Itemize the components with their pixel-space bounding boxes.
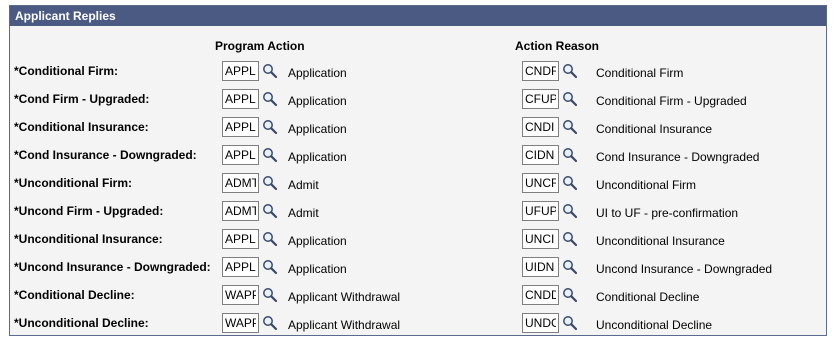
action-reason-header: Action Reason	[515, 39, 600, 53]
program-action-input[interactable]	[222, 257, 259, 277]
action-reason-input[interactable]	[522, 117, 559, 137]
reply-row: *Conditional Insurance: Application Cond…	[10, 114, 826, 140]
magnifier-icon[interactable]	[562, 287, 578, 303]
magnifier-icon[interactable]	[262, 203, 278, 219]
magnifier-icon[interactable]	[562, 119, 578, 135]
program-action-desc: Application	[288, 150, 347, 164]
reply-row: *Uncond Insurance - Downgraded: Applicat…	[10, 254, 826, 280]
action-reason-desc: Conditional Decline	[596, 290, 700, 304]
magnifier-icon[interactable]	[262, 91, 278, 107]
program-action-input[interactable]	[222, 89, 259, 109]
reply-row: *Unconditional Firm: Admit Unconditional…	[10, 170, 826, 196]
row-label: *Conditional Decline:	[14, 288, 135, 302]
magnifier-icon[interactable]	[562, 91, 578, 107]
action-reason-desc: Conditional Firm	[596, 66, 684, 80]
program-action-desc: Application	[288, 122, 347, 136]
program-action-input[interactable]	[222, 117, 259, 137]
program-action-desc: Admit	[288, 178, 319, 192]
reply-row: *Uncond Firm - Upgraded: Admit UI to UF …	[10, 198, 826, 224]
magnifier-icon[interactable]	[562, 231, 578, 247]
action-reason-desc: Conditional Firm - Upgraded	[596, 94, 747, 108]
program-action-desc: Application	[288, 66, 347, 80]
program-action-input[interactable]	[222, 285, 259, 305]
magnifier-icon[interactable]	[262, 119, 278, 135]
magnifier-icon[interactable]	[262, 63, 278, 79]
row-label: *Unconditional Firm:	[14, 176, 132, 190]
program-action-input[interactable]	[222, 201, 259, 221]
action-reason-desc: Unconditional Decline	[596, 318, 713, 332]
action-reason-desc: Unconditional Firm	[596, 178, 697, 192]
action-reason-desc: Cond Insurance - Downgraded	[596, 150, 760, 164]
program-action-input[interactable]	[222, 61, 259, 81]
magnifier-icon[interactable]	[262, 175, 278, 191]
program-action-desc: Application	[288, 234, 347, 248]
row-label: *Uncond Insurance - Downgraded:	[14, 260, 211, 274]
action-reason-input[interactable]	[522, 145, 559, 165]
program-action-header: Program Action	[215, 39, 305, 53]
reply-row: *Unconditional Decline: Applicant Withdr…	[10, 310, 826, 336]
program-action-desc: Applicant Withdrawal	[288, 290, 401, 304]
magnifier-icon[interactable]	[562, 63, 578, 79]
action-reason-input[interactable]	[522, 257, 559, 277]
panel-body: Program Action Action Reason *Conditiona…	[10, 26, 826, 335]
magnifier-icon[interactable]	[262, 315, 278, 331]
magnifier-icon[interactable]	[562, 315, 578, 331]
magnifier-icon[interactable]	[262, 147, 278, 163]
program-action-desc: Application	[288, 262, 347, 276]
row-label: *Conditional Firm:	[14, 64, 118, 78]
program-action-input[interactable]	[222, 145, 259, 165]
action-reason-input[interactable]	[522, 201, 559, 221]
reply-row: *Cond Insurance - Downgraded: Applicatio…	[10, 142, 826, 168]
magnifier-icon[interactable]	[262, 259, 278, 275]
panel-title: Applicant Replies	[10, 6, 826, 26]
applicant-replies-panel: Applicant Replies Program Action Action …	[9, 5, 827, 336]
action-reason-input[interactable]	[522, 229, 559, 249]
program-action-input[interactable]	[222, 229, 259, 249]
action-reason-input[interactable]	[522, 285, 559, 305]
magnifier-icon[interactable]	[562, 259, 578, 275]
row-label: *Unconditional Decline:	[14, 316, 149, 330]
action-reason-desc: Unconditional Insurance	[596, 234, 725, 248]
reply-row: *Cond Firm - Upgraded: Application Condi…	[10, 86, 826, 112]
program-action-desc: Admit	[288, 206, 319, 220]
row-label: *Cond Insurance - Downgraded:	[14, 148, 197, 162]
program-action-input[interactable]	[222, 173, 259, 193]
program-action-desc: Applicant Withdrawal	[288, 318, 401, 332]
action-reason-input[interactable]	[522, 89, 559, 109]
action-reason-desc: Conditional Insurance	[596, 122, 713, 136]
action-reason-input[interactable]	[522, 313, 559, 333]
magnifier-icon[interactable]	[562, 147, 578, 163]
program-action-desc: Application	[288, 94, 347, 108]
row-label: *Cond Firm - Upgraded:	[14, 92, 150, 106]
reply-row: *Conditional Decline: Applicant Withdraw…	[10, 282, 826, 308]
row-label: *Uncond Firm - Upgraded:	[14, 204, 164, 218]
magnifier-icon[interactable]	[262, 287, 278, 303]
row-label: *Unconditional Insurance:	[14, 232, 163, 246]
action-reason-desc: UI to UF - pre-confirmation	[596, 206, 739, 220]
action-reason-input[interactable]	[522, 61, 559, 81]
program-action-input[interactable]	[222, 313, 259, 333]
action-reason-input[interactable]	[522, 173, 559, 193]
action-reason-desc: Uncond Insurance - Downgraded	[596, 262, 773, 276]
magnifier-icon[interactable]	[262, 231, 278, 247]
row-label: *Conditional Insurance:	[14, 120, 149, 134]
reply-row: *Unconditional Insurance: Application Un…	[10, 226, 826, 252]
magnifier-icon[interactable]	[562, 175, 578, 191]
reply-row: *Conditional Firm: Application Condition…	[10, 58, 826, 84]
magnifier-icon[interactable]	[562, 203, 578, 219]
